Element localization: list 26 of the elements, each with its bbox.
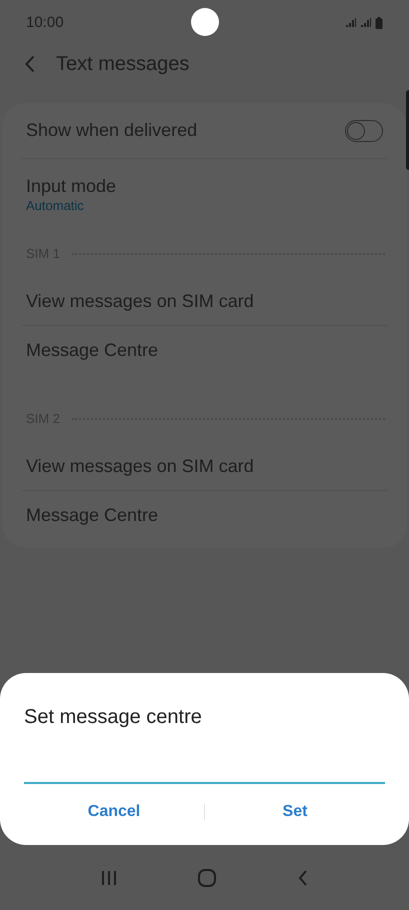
dialog-button[interactable]: Cancel bbox=[24, 792, 204, 832]
signal-icon bbox=[345, 18, 357, 28]
screen-title: Text messages bbox=[56, 52, 190, 77]
camera-cutout bbox=[191, 8, 219, 36]
battery-icon bbox=[375, 17, 383, 29]
row-label: Message Centre bbox=[26, 504, 158, 527]
status-time: 10:00 bbox=[26, 12, 64, 33]
recent-apps-icon[interactable] bbox=[100, 870, 117, 886]
row-label: View messages on SIM card bbox=[26, 454, 254, 478]
signal-icon bbox=[360, 18, 372, 28]
toggle-switch[interactable] bbox=[345, 120, 383, 142]
back-icon[interactable] bbox=[298, 870, 308, 886]
dialog-title: Set message centre bbox=[24, 705, 203, 730]
row-label: Show when delivered bbox=[26, 119, 198, 142]
dialog-button[interactable]: Set bbox=[205, 792, 385, 832]
settings-row[interactable]: Message Centre bbox=[2, 491, 407, 539]
row-value: Automatic bbox=[26, 197, 85, 215]
row-label: View messages on SIM card bbox=[26, 290, 254, 313]
settings-row[interactable]: Show when delivered bbox=[2, 103, 407, 158]
settings-row[interactable]: View messages on SIM card bbox=[2, 277, 407, 325]
settings-row[interactable]: View messages on SIM card bbox=[2, 442, 407, 490]
row-label: Message Centre bbox=[26, 338, 158, 362]
settings-row[interactable]: Input mode Automatic bbox=[2, 159, 407, 231]
settings-row[interactable]: Message Centre bbox=[2, 326, 407, 374]
home-icon[interactable] bbox=[198, 868, 216, 886]
row-label: Input mode bbox=[26, 175, 118, 197]
